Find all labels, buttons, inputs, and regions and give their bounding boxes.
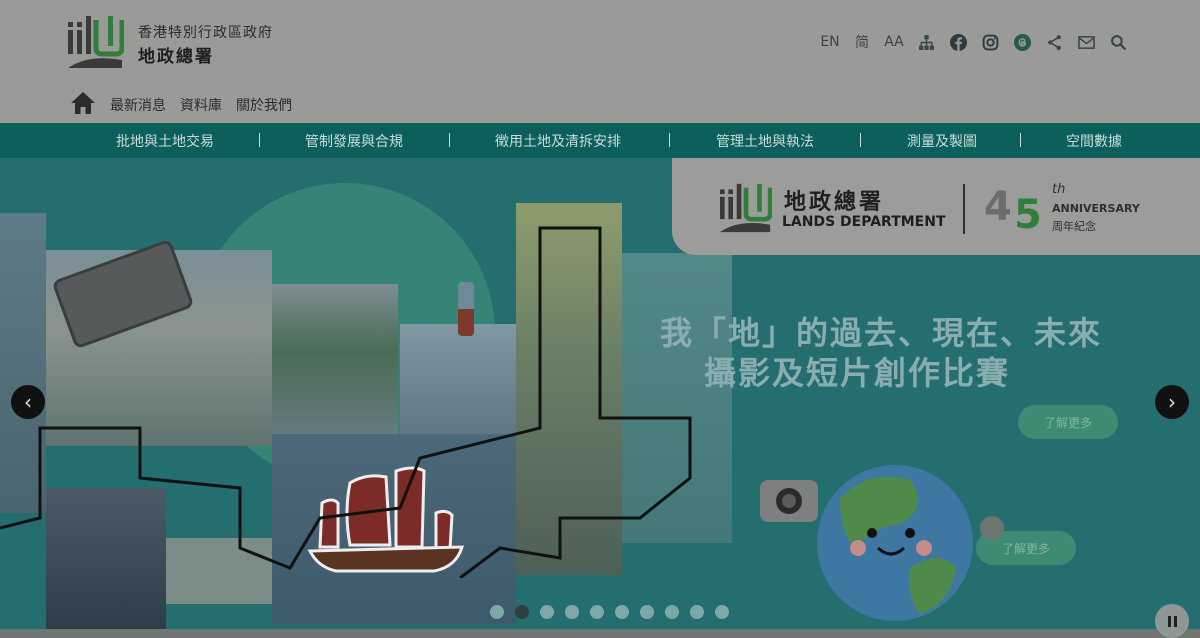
carousel-dot[interactable] (615, 605, 629, 619)
lands-department-banner-logo (720, 183, 772, 233)
carousel-dot[interactable] (690, 605, 704, 619)
carousel-dot[interactable] (640, 605, 654, 619)
nav-separator (860, 133, 861, 147)
banner-name-zh: 地政總署 (784, 190, 885, 215)
search-icon[interactable] (1106, 30, 1130, 54)
anniversary-digit-4: 4 (984, 184, 1012, 230)
subnav-latest-news[interactable]: 最新消息 (110, 95, 166, 115)
carousel-dot[interactable] (715, 605, 729, 619)
banner-name-en: LANDS DEPARTMENT (782, 214, 946, 230)
sitemap-icon[interactable] (914, 30, 938, 54)
site-header: 香港特別行政區政府 地政總署 EN 简 AA 最新消息 資料庫 關於我們 (0, 0, 1200, 123)
instagram-icon[interactable] (978, 30, 1002, 54)
nav-separator (449, 133, 450, 147)
nav-land-resumption[interactable]: 徵用土地及清拆安排 (495, 131, 621, 151)
banner-divider (963, 184, 965, 234)
secondary-nav: 最新消息 資料庫 關於我們 (70, 92, 292, 118)
subnav-about-us[interactable]: 關於我們 (236, 95, 292, 115)
org-name-line2: 地政總署 (138, 47, 214, 67)
subnav-database[interactable]: 資料庫 (180, 95, 222, 115)
carousel-pagination (490, 605, 729, 619)
font-size-button[interactable]: AA (882, 30, 906, 54)
carousel-dot[interactable] (490, 605, 504, 619)
nav-separator (669, 133, 670, 147)
anniversary-digit-5: 5 (1014, 192, 1042, 238)
carousel-dot[interactable] (590, 605, 604, 619)
carousel-prev-button[interactable]: ‹ (11, 385, 45, 419)
carousel-dot[interactable] (665, 605, 679, 619)
main-nav: 批地與土地交易 管制發展與合規 徵用土地及清拆安排 管理土地與執法 測量及製圖 … (0, 123, 1200, 158)
nav-land-disposal[interactable]: 批地與土地交易 (116, 131, 214, 151)
carousel-next-button[interactable]: › (1155, 385, 1189, 419)
anniversary-label-en: ANNIVERSARY (1052, 202, 1140, 215)
nav-land-management[interactable]: 管理土地與執法 (716, 131, 814, 151)
nav-survey-mapping[interactable]: 測量及製圖 (907, 131, 977, 151)
header-toolbar: EN 简 AA (818, 30, 1130, 54)
carousel-dot[interactable] (565, 605, 579, 619)
person-figure (458, 282, 474, 336)
nav-separator (259, 133, 260, 147)
lang-sc-link[interactable]: 简 (850, 30, 874, 54)
hero-carousel: 地政總署 LANDS DEPARTMENT 4 5 th ANNIVERSARY… (0, 158, 1200, 629)
skyline-outline (0, 226, 692, 578)
lang-en-link[interactable]: EN (818, 30, 842, 54)
carousel-dot[interactable] (540, 605, 554, 619)
home-icon[interactable] (70, 91, 96, 119)
carousel-dot-active[interactable] (515, 605, 529, 619)
nav-spatial-data[interactable]: 空間數據 (1066, 131, 1122, 151)
globe-mascot-illustration (760, 465, 1004, 621)
nav-separator (1020, 133, 1021, 147)
nav-development-control[interactable]: 管制發展與合規 (305, 131, 403, 151)
org-name-line1: 香港特別行政區政府 (138, 25, 273, 41)
carousel-pause-button[interactable] (1155, 604, 1189, 638)
anniversary-label-zh: 周年紀念 (1052, 220, 1096, 233)
threads-icon[interactable] (1010, 30, 1034, 54)
anniversary-suffix: th (1052, 182, 1066, 197)
facebook-icon[interactable] (946, 30, 970, 54)
share-icon[interactable] (1042, 30, 1066, 54)
lands-department-logo[interactable] (68, 14, 124, 70)
contest-title-line2: 攝影及短片創作比賽 (704, 354, 1011, 392)
mail-icon[interactable] (1074, 30, 1098, 54)
learn-more-button[interactable]: 了解更多 (1018, 405, 1118, 439)
